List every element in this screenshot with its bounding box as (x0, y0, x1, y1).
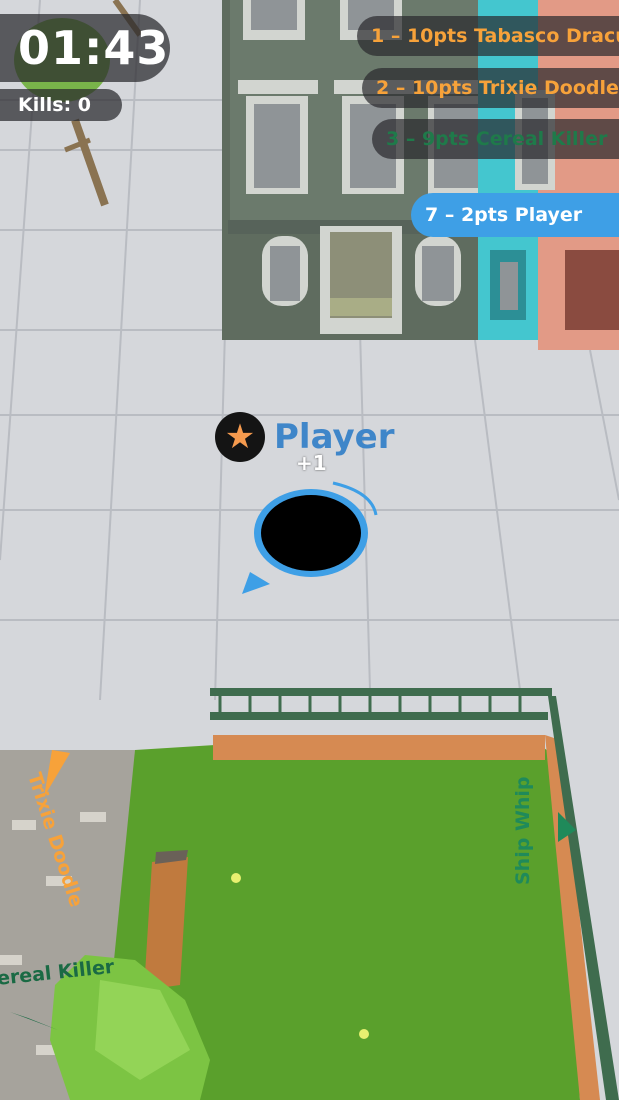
score-popup: +1 (296, 451, 327, 475)
player-name: Player (274, 417, 395, 457)
star-icon: ★ (215, 412, 265, 462)
leaderboard-row-1: 1 – 10pts Tabasco Dracu (357, 16, 619, 56)
world-backdrop (0, 0, 619, 1100)
match-timer: 01:43 (0, 14, 170, 82)
game-scene (0, 0, 619, 1100)
kills-counter: Kills: 0 (0, 89, 122, 121)
leaderboard-row-2: 2 – 10pts Trixie Doodle (362, 68, 619, 108)
leaderboard-row-3: 3 – 9pts Cereal Killer (372, 119, 619, 159)
opponent-label-ship: Ship Whip (512, 776, 534, 885)
leaderboard-row-player: 7 – 2pts Player (411, 193, 619, 237)
